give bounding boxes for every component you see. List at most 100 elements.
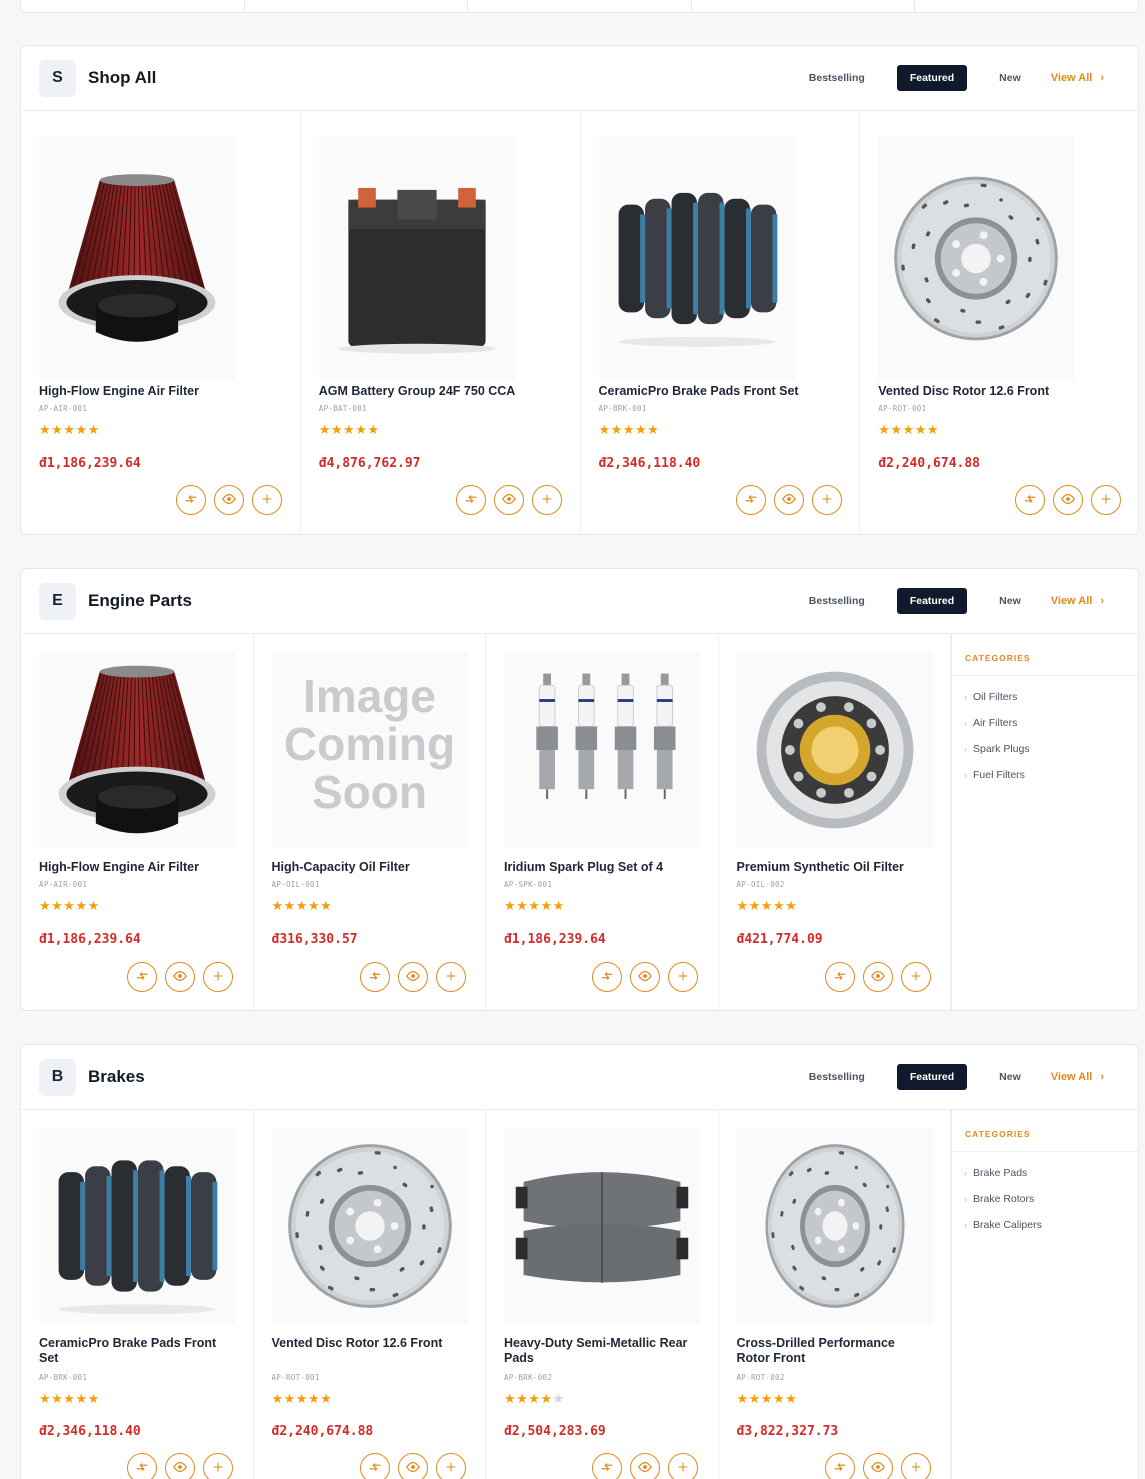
product-name[interactable]: Vented Disc Rotor 12.6 Front [272, 1336, 465, 1351]
product-name[interactable]: Cross-Drilled Performance Rotor Front [737, 1336, 930, 1366]
compare-button[interactable] [1015, 485, 1046, 515]
tab-new[interactable]: New [979, 65, 1041, 91]
compare-button[interactable] [735, 485, 766, 515]
quick-view-button[interactable] [214, 485, 244, 515]
chevron-right-icon: › [964, 1194, 967, 1204]
quick-view-button[interactable] [773, 485, 804, 515]
product-image[interactable] [39, 652, 235, 848]
quick-view-button[interactable] [862, 962, 893, 992]
tab-featured[interactable]: Featured [896, 588, 968, 614]
product-card[interactable]: High-Flow Engine Air Filter AP-AIR-001 ★… [21, 111, 301, 534]
product-card[interactable]: Vented Disc Rotor 12.6 Front AP-ROT-001 … [254, 1110, 486, 1479]
add-to-cart-button[interactable] [435, 962, 466, 992]
tab-bestselling[interactable]: Bestselling [789, 65, 885, 91]
eye-icon [405, 1460, 420, 1477]
compare-button[interactable] [127, 962, 157, 992]
product-name[interactable]: High-Capacity Oil Filter [272, 860, 465, 875]
compare-button[interactable] [359, 1453, 390, 1479]
add-to-cart-button[interactable] [203, 962, 233, 992]
product-card[interactable]: Iridium Spark Plug Set of 4 AP-SPK-001 ★… [486, 634, 719, 1010]
tab-featured[interactable]: Featured [896, 65, 968, 91]
compare-button[interactable] [824, 962, 855, 992]
quick-view-button[interactable] [493, 485, 524, 515]
product-image[interactable] [271, 1128, 468, 1324]
tab-bestselling[interactable]: Bestselling [789, 1064, 885, 1090]
tab-bestselling[interactable]: Bestselling [789, 588, 885, 614]
compare-button[interactable] [592, 1453, 622, 1479]
product-actions [824, 1453, 931, 1479]
product-name[interactable]: Heavy-Duty Semi-Metallic Rear Pads [504, 1336, 697, 1366]
view-all-link[interactable]: View All › [1051, 595, 1104, 607]
tab-new[interactable]: New [979, 1064, 1041, 1090]
tab-featured[interactable]: Featured [896, 1064, 968, 1090]
product-image[interactable] [878, 136, 1075, 381]
product-name[interactable]: High-Flow Engine Air Filter [39, 860, 232, 875]
add-to-cart-button[interactable] [1091, 485, 1122, 515]
product-card[interactable]: Premium Synthetic Oil Filter AP-OIL-002 … [719, 634, 951, 1010]
product-image[interactable] [39, 1128, 235, 1324]
product-card[interactable]: CeramicPro Brake Pads Front Set AP-BRK-0… [21, 1110, 254, 1479]
category-label: Fuel Filters [973, 769, 1025, 781]
rating-stars: ★★★★★ [736, 1391, 798, 1406]
product-name[interactable]: Vented Disc Rotor 12.6 Front [878, 384, 1118, 399]
quick-view-button[interactable] [630, 962, 660, 992]
product-card[interactable]: Vented Disc Rotor 12.6 Front AP-ROT-001 … [860, 111, 1138, 534]
category-link[interactable]: › Spark Plugs [964, 736, 1138, 762]
product-image[interactable] [736, 1128, 933, 1324]
product-image[interactable]: Image Coming Soon [271, 652, 468, 848]
add-to-cart-button[interactable] [668, 1453, 698, 1479]
add-to-cart-button[interactable] [900, 1453, 931, 1479]
quick-view-button[interactable] [165, 962, 195, 992]
quick-view-button[interactable] [397, 1453, 428, 1479]
add-to-cart-button[interactable] [531, 485, 562, 515]
product-image[interactable] [598, 136, 795, 381]
product-image[interactable] [318, 136, 515, 381]
quick-view-button[interactable] [1053, 485, 1084, 515]
product-name[interactable]: AGM Battery Group 24F 750 CCA [319, 384, 559, 399]
category-link[interactable]: › Brake Rotors [964, 1186, 1138, 1212]
product-name[interactable]: Iridium Spark Plug Set of 4 [504, 860, 697, 875]
product-image[interactable] [736, 652, 933, 848]
quick-view-button[interactable] [630, 1453, 660, 1479]
category-link[interactable]: › Oil Filters [964, 684, 1138, 710]
quick-view-button[interactable] [397, 962, 428, 992]
product-card[interactable]: CeramicPro Brake Pads Front Set AP-BRK-0… [581, 111, 861, 534]
add-to-cart-button[interactable] [435, 1453, 466, 1479]
quick-view-button[interactable] [862, 1453, 893, 1479]
compare-button[interactable] [127, 1453, 157, 1479]
product-card[interactable]: Image Coming Soon High-Capacity Oil Filt… [254, 634, 486, 1010]
product-card[interactable]: High-Flow Engine Air Filter AP-AIR-001 ★… [21, 634, 254, 1010]
product-image[interactable] [39, 136, 235, 381]
view-all-link[interactable]: View All › [1051, 72, 1104, 84]
product-card[interactable]: Cross-Drilled Performance Rotor Front AP… [719, 1110, 951, 1479]
product-name[interactable]: CeramicPro Brake Pads Front Set [39, 1336, 232, 1366]
add-to-cart-button[interactable] [203, 1453, 233, 1479]
add-to-cart-button[interactable] [252, 485, 282, 515]
compare-icon [368, 969, 382, 986]
add-to-cart-button[interactable] [811, 485, 842, 515]
product-price: đ3,822,327.73 [736, 1424, 839, 1439]
product-card[interactable]: Heavy-Duty Semi-Metallic Rear Pads AP-BR… [486, 1110, 719, 1479]
category-link[interactable]: › Air Filters [964, 710, 1138, 736]
category-link[interactable]: › Fuel Filters [964, 762, 1138, 788]
product-image[interactable] [504, 1128, 700, 1324]
tab-new[interactable]: New [979, 588, 1041, 614]
compare-button[interactable] [359, 962, 390, 992]
view-all-label: View All [1050, 1071, 1093, 1083]
compare-button[interactable] [455, 485, 486, 515]
compare-button[interactable] [176, 485, 206, 515]
product-actions [359, 1453, 466, 1479]
category-link[interactable]: › Brake Pads [964, 1160, 1138, 1186]
product-name[interactable]: High-Flow Engine Air Filter [39, 384, 279, 399]
quick-view-button[interactable] [165, 1453, 195, 1479]
product-name[interactable]: CeramicPro Brake Pads Front Set [599, 384, 839, 399]
category-link[interactable]: › Brake Calipers [964, 1212, 1138, 1238]
add-to-cart-button[interactable] [668, 962, 698, 992]
product-card[interactable]: AGM Battery Group 24F 750 CCA AP-BAT-001… [301, 111, 581, 534]
view-all-link[interactable]: View All › [1051, 1071, 1104, 1083]
compare-button[interactable] [824, 1453, 855, 1479]
product-name[interactable]: Premium Synthetic Oil Filter [737, 860, 930, 875]
product-image[interactable] [504, 652, 700, 848]
add-to-cart-button[interactable] [900, 962, 931, 992]
compare-button[interactable] [592, 962, 622, 992]
